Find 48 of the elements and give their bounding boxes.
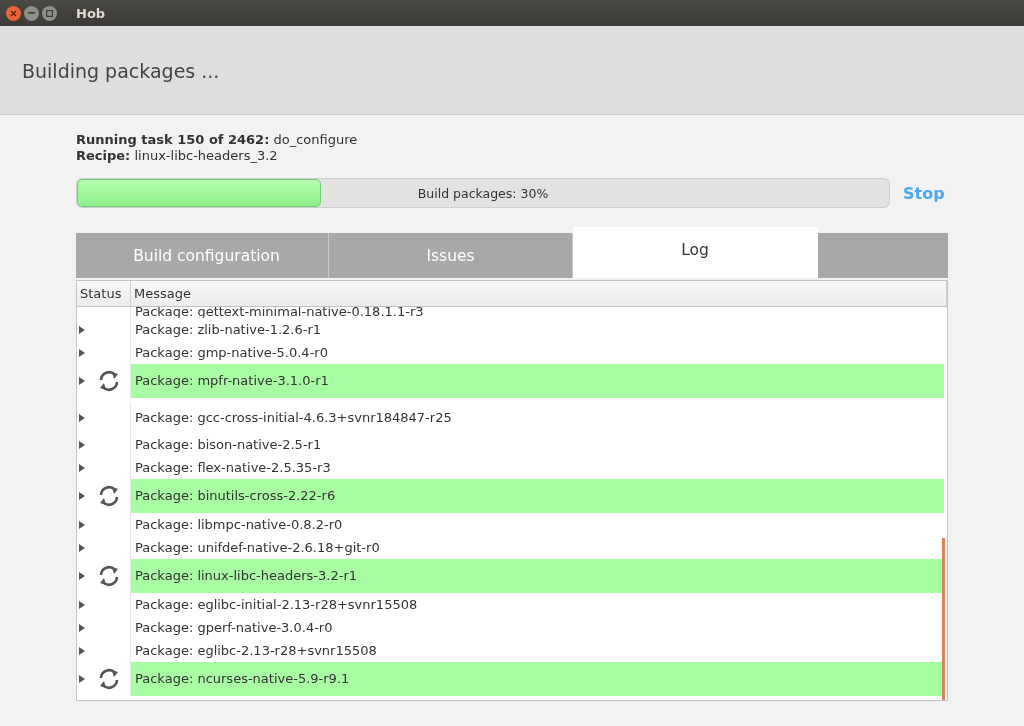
message-cell: Package: ncurses-native-5.9-r9.1 xyxy=(131,662,944,696)
minimize-icon xyxy=(28,12,35,14)
expander-icon[interactable] xyxy=(79,600,85,609)
close-button[interactable] xyxy=(6,5,21,21)
expander-icon[interactable] xyxy=(79,520,85,529)
message-cell-text: Package: libmpc-native-0.8.2-r0 xyxy=(134,515,344,534)
message-cell-text: Package: eglibc-initial-2.13-r28+svnr15508 xyxy=(134,595,419,614)
expander-icon[interactable] xyxy=(79,623,85,632)
expander-icon[interactable] xyxy=(79,572,85,580)
message-cell-text: Package: eglibc-2.13-r28+svnr15508 xyxy=(134,641,378,660)
close-icon xyxy=(10,9,17,17)
expander-icon[interactable] xyxy=(79,325,85,334)
column-header[interactable]: Status xyxy=(77,281,131,306)
task-status: Running task 150 of 2462: do_configure xyxy=(76,132,359,148)
expander-icon[interactable] xyxy=(79,463,85,472)
expander-icon[interactable] xyxy=(79,492,85,500)
message-cell-text: Package: bison-native-2.5-r1 xyxy=(134,435,323,454)
maximize-button[interactable] xyxy=(42,5,57,21)
message-cell-text: Package: flex-native-2.5.35-r3 xyxy=(134,458,332,477)
refresh-icon xyxy=(97,668,121,690)
message-cell-text: Package: zlib-native-1.2.6-r1 xyxy=(134,320,323,339)
progress-label: Build packages: 30% xyxy=(417,185,549,201)
column-header[interactable]: Message xyxy=(131,281,947,306)
tab-bar-filler xyxy=(76,233,85,278)
message-cell-text: Package: gperf-native-3.0.4-r0 xyxy=(134,618,334,637)
refresh-icon xyxy=(97,565,121,587)
window-title: Hob xyxy=(76,5,106,21)
message-cell-text: Package: gmp-native-5.0.4-r0 xyxy=(134,343,329,362)
expander-icon[interactable] xyxy=(79,675,85,683)
maximize-icon xyxy=(46,9,53,17)
message-cell-text: Package: gettext-minimal-native-0.18.1.1-r3 xyxy=(134,307,425,318)
refresh-icon xyxy=(97,370,121,392)
expander-icon[interactable] xyxy=(79,440,85,449)
recipe-status: Recipe: linux-libc-headers_3.2 xyxy=(76,148,279,164)
refresh-icon xyxy=(97,485,121,507)
message-cell-text: Package: unifdef-native-2.6.18+git-r0 xyxy=(134,538,381,557)
expander-icon[interactable] xyxy=(79,413,85,422)
expander-icon[interactable] xyxy=(79,348,85,357)
expander-icon[interactable] xyxy=(79,377,85,385)
message-cell-text: Package: gcc-cross-initial-4.6.3+svnr184847-r25 xyxy=(134,408,453,427)
expander-icon[interactable] xyxy=(79,646,85,655)
tab[interactable]: Log xyxy=(573,227,818,278)
minimize-button[interactable] xyxy=(24,5,39,21)
message-cell: Package: linux-libc-headers-3.2-r1 xyxy=(131,559,944,593)
page-heading: Building packages ... xyxy=(22,60,220,82)
expander-icon[interactable] xyxy=(79,543,85,552)
message-cell: Package: binutils-cross-2.22-r6 xyxy=(131,479,944,513)
message-cell: Package: mpfr-native-3.1.0-r1 xyxy=(131,364,944,398)
